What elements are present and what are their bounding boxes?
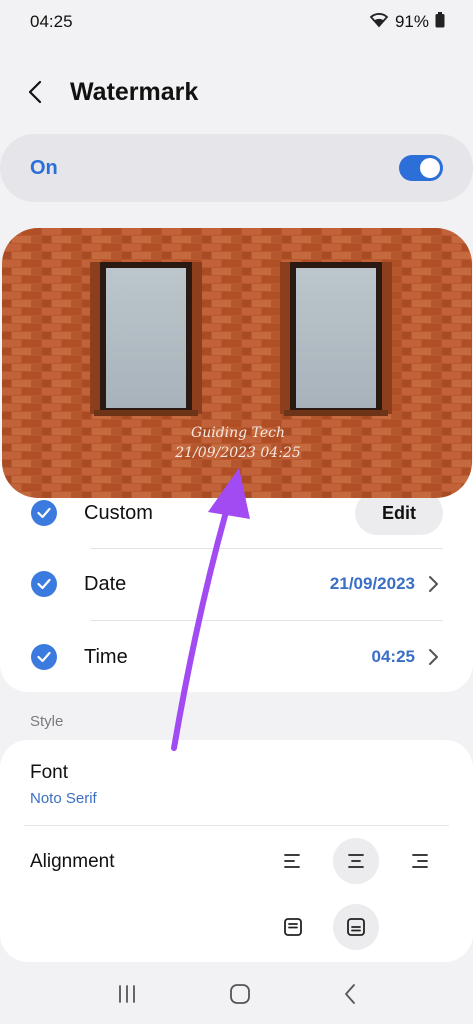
back-nav-icon xyxy=(345,983,356,1004)
back-button[interactable] xyxy=(28,78,52,106)
align-center-button[interactable] xyxy=(333,838,379,884)
app-header: Watermark xyxy=(0,64,473,120)
status-icons: 91% xyxy=(369,11,445,33)
page-title: Watermark xyxy=(70,77,199,106)
chevron-right-icon xyxy=(429,576,438,592)
back-nav-button[interactable] xyxy=(343,983,357,1010)
home-button[interactable] xyxy=(229,983,251,1010)
custom-checkbox[interactable] xyxy=(31,500,57,526)
divider xyxy=(24,825,449,826)
align-center-icon xyxy=(348,854,364,868)
toggle-label: On xyxy=(30,156,58,179)
align-left-icon xyxy=(284,854,300,868)
font-value: Noto Serif xyxy=(30,790,97,807)
date-label: Date xyxy=(84,572,127,595)
position-top-icon xyxy=(284,918,302,936)
date-value: 21/09/2023 xyxy=(329,574,415,593)
position-top-button[interactable] xyxy=(270,904,316,950)
battery-percent: 91% xyxy=(394,12,429,31)
status-time: 04:25 xyxy=(30,12,73,31)
wifi-icon xyxy=(369,12,389,33)
watermark-text-line1: Guiding Tech xyxy=(191,425,285,441)
font-title: Font xyxy=(30,762,69,783)
font-row[interactable]: Font Noto Serif xyxy=(0,740,473,825)
master-toggle-row[interactable]: On xyxy=(0,134,473,202)
alignment-label: Alignment xyxy=(30,851,115,872)
toggle-knob xyxy=(420,158,440,178)
watermark-preview-image: Guiding Tech 21/09/2023 04:25 xyxy=(2,228,472,498)
chevron-left-icon xyxy=(28,80,42,104)
check-icon xyxy=(37,651,51,663)
check-icon xyxy=(37,578,51,590)
align-right-button[interactable] xyxy=(396,838,442,884)
custom-label: Custom xyxy=(84,501,153,524)
style-card: Font Noto Serif Alignment xyxy=(0,740,473,962)
position-bottom-icon xyxy=(347,918,365,936)
recents-icon xyxy=(118,984,135,1003)
status-bar: 04:25 91% xyxy=(0,0,473,44)
time-value: 04:25 xyxy=(371,647,415,666)
chevron-right-icon xyxy=(429,649,438,665)
position-bottom-button[interactable] xyxy=(333,904,379,950)
option-time-row[interactable]: Time 04:25 xyxy=(0,621,473,693)
time-checkbox[interactable] xyxy=(31,644,57,670)
watermark-text-line2: 21/09/2023 04:25 xyxy=(174,445,301,461)
date-checkbox[interactable] xyxy=(31,571,57,597)
recents-button[interactable] xyxy=(116,984,138,1009)
style-section-label: Style xyxy=(30,713,64,730)
option-date-row[interactable]: Date 21/09/2023 xyxy=(0,548,473,620)
system-nav-bar xyxy=(0,968,473,1024)
time-label: Time xyxy=(84,645,128,668)
battery-icon xyxy=(435,11,445,33)
align-right-icon xyxy=(412,854,428,868)
check-icon xyxy=(37,507,51,519)
align-left-button[interactable] xyxy=(270,838,316,884)
watermark-toggle[interactable] xyxy=(399,155,443,181)
home-icon xyxy=(230,983,251,1004)
